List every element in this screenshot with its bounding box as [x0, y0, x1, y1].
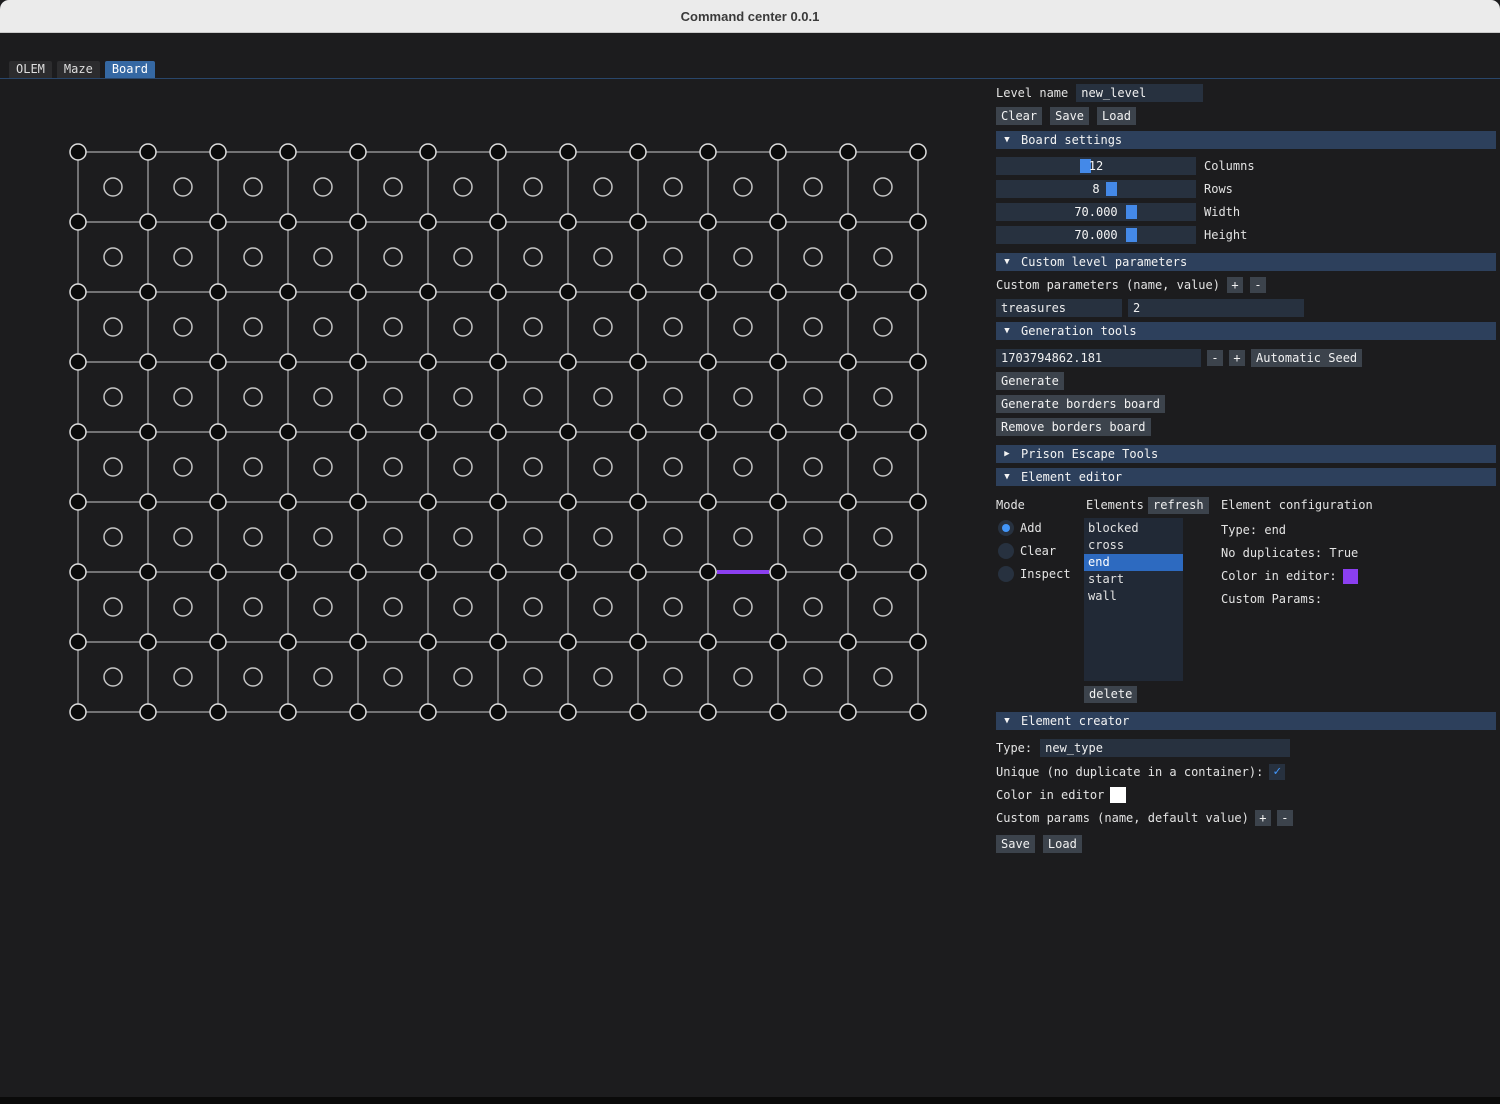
rows-value: 8 — [996, 180, 1196, 198]
unique-checkbox[interactable]: ✓ — [1269, 764, 1285, 780]
triangle-down-icon: ▼ — [1001, 257, 1013, 267]
element-item-blocked[interactable]: blocked — [1084, 520, 1183, 537]
creator-type-value: new_type — [1045, 741, 1103, 755]
mode-clear-option[interactable]: Clear — [998, 542, 1056, 560]
radio-icon — [998, 543, 1014, 559]
creator-color-swatch[interactable] — [1110, 787, 1126, 803]
save-level-button[interactable]: Save — [1050, 107, 1089, 125]
level-name-input[interactable]: new_level — [1076, 84, 1203, 102]
element-editor-header[interactable]: ▼ Element editor — [996, 468, 1496, 486]
generate-borders-button[interactable]: Generate borders board — [996, 395, 1165, 413]
width-slider[interactable]: 70.000 — [996, 203, 1196, 221]
board-settings-header[interactable]: ▼ Board settings — [996, 131, 1496, 149]
param-value-value: 2 — [1133, 301, 1140, 315]
delete-element-button[interactable]: delete — [1084, 686, 1137, 703]
element-item-start[interactable]: start — [1084, 571, 1183, 588]
board-settings-title: Board settings — [1021, 133, 1122, 147]
element-color-swatch[interactable] — [1343, 569, 1358, 584]
creator-add-param-button[interactable]: + — [1255, 810, 1271, 826]
creator-type-label: Type: — [996, 741, 1032, 755]
rows-slider[interactable]: 8 — [996, 180, 1196, 198]
right-panel: Level name new_level Clear Save Load ▼ B… — [996, 84, 1496, 1097]
app-window: Command center 0.0.1 OLEM Maze Board Lev… — [0, 0, 1500, 1104]
generation-tools-header[interactable]: ▼ Generation tools — [996, 322, 1496, 340]
triangle-down-icon: ▼ — [1001, 472, 1013, 482]
param-value-input[interactable]: 2 — [1128, 299, 1304, 317]
mode-add-label: Add — [1020, 521, 1042, 535]
add-param-button[interactable]: + — [1227, 277, 1243, 293]
remove-borders-button[interactable]: Remove borders board — [996, 418, 1151, 436]
custom-params-label: Custom parameters (name, value) — [996, 278, 1220, 292]
element-creator-header[interactable]: ▼ Element creator — [996, 712, 1496, 730]
check-icon: ✓ — [1273, 764, 1281, 779]
generate-button[interactable]: Generate — [996, 372, 1064, 390]
seed-plus-button[interactable]: + — [1229, 350, 1245, 366]
triangle-down-icon: ▼ — [1001, 716, 1013, 726]
custom-level-params-header[interactable]: ▼ Custom level parameters — [996, 253, 1496, 271]
element-item-end[interactable]: end — [1084, 554, 1183, 571]
creator-custom-params-label: Custom params (name, default value) — [996, 811, 1249, 825]
height-value: 70.000 — [996, 226, 1196, 244]
triangle-down-icon: ▼ — [1001, 135, 1013, 145]
creator-color-label: Color in editor — [996, 788, 1104, 802]
creator-load-button[interactable]: Load — [1043, 835, 1082, 853]
element-configuration-label: Element configuration — [1221, 498, 1373, 512]
mode-inspect-label: Inspect — [1020, 567, 1071, 581]
clear-level-button[interactable]: Clear — [996, 107, 1042, 125]
refresh-elements-button[interactable]: refresh — [1148, 497, 1209, 514]
mode-clear-label: Clear — [1020, 544, 1056, 558]
seed-value: 1703794862.181 — [1001, 351, 1102, 365]
automatic-seed-button[interactable]: Automatic Seed — [1251, 349, 1362, 367]
element-item-wall[interactable]: wall — [1084, 588, 1183, 605]
load-level-button[interactable]: Load — [1097, 107, 1136, 125]
param-name-value: treasures — [1001, 301, 1066, 315]
element-creator-title: Element creator — [1021, 714, 1129, 728]
creator-save-button[interactable]: Save — [996, 835, 1035, 853]
level-name-label: Level name — [996, 86, 1068, 100]
seed-minus-button[interactable]: - — [1207, 350, 1223, 366]
remove-param-button[interactable]: - — [1250, 277, 1266, 293]
radio-selected-icon — [998, 520, 1014, 536]
creator-type-input[interactable]: new_type — [1040, 739, 1290, 757]
columns-label: Columns — [1204, 159, 1255, 173]
radio-icon — [998, 566, 1014, 582]
columns-slider[interactable]: 12 — [996, 157, 1196, 175]
generation-tools-title: Generation tools — [1021, 324, 1137, 338]
height-slider[interactable]: 70.000 — [996, 226, 1196, 244]
columns-value: 12 — [996, 157, 1196, 175]
width-value: 70.000 — [996, 203, 1196, 221]
creator-unique-label: Unique (no duplicate in a container): — [996, 765, 1263, 779]
config-custom-params-label: Custom Params: — [1221, 592, 1322, 606]
prison-tools-header[interactable]: ▶ Prison Escape Tools — [996, 445, 1496, 463]
prison-tools-title: Prison Escape Tools — [1021, 447, 1158, 461]
height-label: Height — [1204, 228, 1247, 242]
config-no-duplicates-text: No duplicates: True — [1221, 546, 1358, 560]
mode-inspect-option[interactable]: Inspect — [998, 565, 1071, 583]
param-name-input[interactable]: treasures — [996, 299, 1122, 317]
triangle-right-icon: ▶ — [1001, 449, 1013, 459]
custom-level-params-title: Custom level parameters — [1021, 255, 1187, 269]
element-editor-title: Element editor — [1021, 470, 1122, 484]
mode-add-option[interactable]: Add — [998, 519, 1042, 537]
element-item-cross[interactable]: cross — [1084, 537, 1183, 554]
elements-listbox[interactable]: blocked cross end start wall — [1084, 518, 1183, 681]
seed-input[interactable]: 1703794862.181 — [996, 349, 1201, 367]
config-type-text: Type: end — [1221, 523, 1286, 537]
triangle-down-icon: ▼ — [1001, 326, 1013, 336]
elements-label: Elements — [1086, 498, 1144, 512]
creator-remove-param-button[interactable]: - — [1277, 810, 1293, 826]
config-color-label: Color in editor: — [1221, 569, 1337, 583]
rows-label: Rows — [1204, 182, 1233, 196]
mode-label: Mode — [996, 498, 1025, 512]
width-label: Width — [1204, 205, 1240, 219]
level-name-value: new_level — [1081, 86, 1146, 100]
